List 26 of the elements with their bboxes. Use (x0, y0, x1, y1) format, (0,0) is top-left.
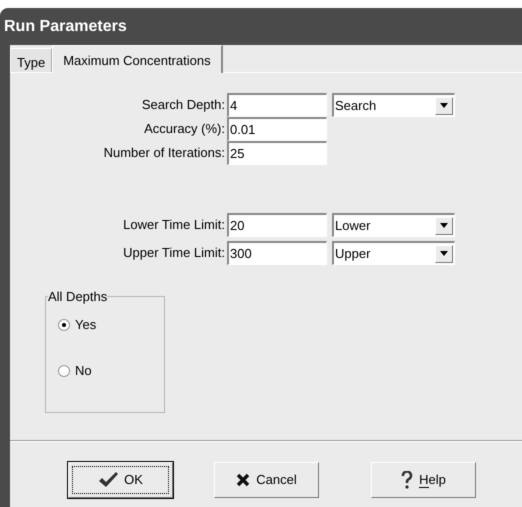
ok-button[interactable]: OK (68, 462, 173, 498)
tab[interactable]: Maximum Concentrations (52, 45, 223, 73)
field-label: Upper Time Limit: (122, 244, 226, 262)
dropdown[interactable]: Upper (332, 241, 455, 265)
checkmark-icon (98, 472, 118, 488)
radio-label[interactable]: No (75, 361, 92, 380)
field-label: Number of Iterations: (102, 144, 226, 162)
dropdown[interactable]: Search (332, 93, 455, 117)
field-label: Search Depth: (140, 96, 226, 114)
radio-button[interactable] (58, 318, 70, 331)
input-field[interactable]: 4 (227, 93, 327, 117)
input-field[interactable]: 300 (227, 241, 327, 265)
field-label: Lower Time Limit: (122, 216, 226, 234)
tab[interactable]: Type (10, 48, 52, 72)
dropdown[interactable]: Lower (332, 213, 455, 237)
question-mark-icon (401, 471, 414, 489)
x-icon (236, 473, 250, 487)
radio-label[interactable]: Yes (75, 315, 96, 334)
help-button[interactable]: Help (371, 462, 476, 498)
field-label: Accuracy (%): (143, 120, 226, 138)
input-field[interactable]: 25 (227, 141, 327, 165)
radio-button[interactable] (58, 364, 70, 377)
window-title: Run Parameters (4, 16, 127, 36)
input-field[interactable]: 0.01 (227, 117, 327, 141)
cancel-button[interactable]: Cancel (214, 462, 319, 498)
input-field[interactable]: 20 (227, 213, 327, 237)
